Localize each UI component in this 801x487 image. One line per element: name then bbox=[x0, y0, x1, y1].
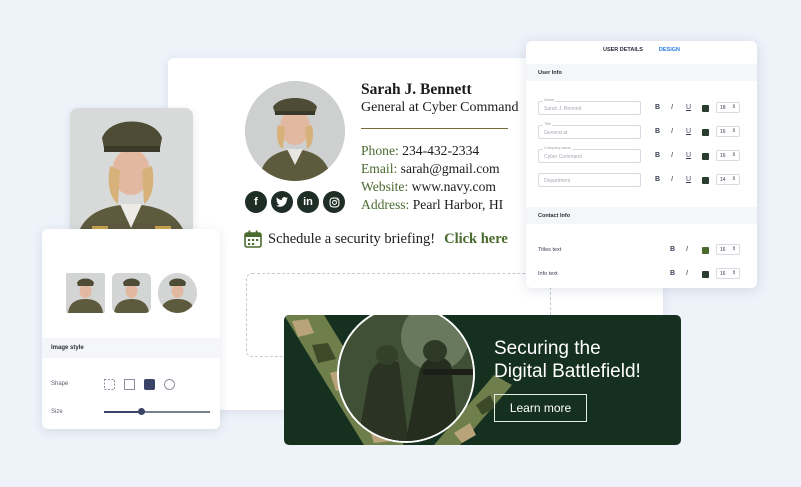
bold-toggle[interactable]: B bbox=[670, 270, 675, 277]
thumb-circle-option[interactable] bbox=[158, 273, 197, 313]
underline-toggle[interactable]: U bbox=[686, 152, 691, 159]
contact-address: Address: Pearl Harbor, HI bbox=[361, 197, 504, 212]
info-text-color-swatch[interactable] bbox=[702, 271, 709, 278]
thumb-rounded-option[interactable] bbox=[112, 273, 151, 313]
contact-info-heading: Contact Info bbox=[538, 213, 571, 219]
image-style-panel: Image style Shape Size bbox=[42, 229, 220, 429]
italic-toggle[interactable]: I bbox=[671, 152, 673, 159]
italic-toggle[interactable]: I bbox=[671, 128, 673, 135]
titles-text-label: Titles text bbox=[538, 247, 562, 253]
instagram-icon[interactable] bbox=[323, 191, 345, 213]
name-color-swatch[interactable] bbox=[702, 105, 709, 112]
italic-toggle[interactable]: I bbox=[686, 246, 688, 253]
company-field[interactable]: Company name Cyber Command bbox=[538, 146, 641, 163]
bold-toggle[interactable]: B bbox=[655, 152, 660, 159]
bold-toggle[interactable]: B bbox=[670, 246, 675, 253]
cta-link[interactable]: Click here bbox=[444, 231, 508, 248]
learn-more-button[interactable]: Learn more bbox=[494, 394, 587, 422]
size-label: Size bbox=[51, 409, 63, 415]
info-text-label: Info text bbox=[538, 271, 558, 277]
contact-website[interactable]: Website: www.navy.com bbox=[361, 178, 503, 196]
contact-phone: Phone: 234-432-2334 bbox=[361, 143, 480, 158]
italic-toggle[interactable]: I bbox=[671, 104, 673, 111]
shape-square-icon[interactable] bbox=[124, 379, 135, 390]
bold-toggle[interactable]: B bbox=[655, 128, 660, 135]
tab-design[interactable]: DESIGN bbox=[659, 47, 680, 53]
signature-settings-panel: USER DETAILS DESIGN User Info Name Sarah … bbox=[526, 41, 757, 288]
department-font-size[interactable]: 14 ⇕ bbox=[716, 174, 740, 185]
signature-profile-photo[interactable] bbox=[245, 81, 345, 181]
italic-toggle[interactable]: I bbox=[686, 270, 688, 277]
calendar-icon bbox=[244, 230, 262, 248]
bold-toggle[interactable]: B bbox=[655, 176, 660, 183]
user-info-heading: User Info bbox=[538, 70, 562, 76]
bold-toggle[interactable]: B bbox=[655, 104, 660, 111]
signature-contact-list: Phone: 234-432-2334 Email: sarah@gmail.c… bbox=[361, 142, 503, 214]
promo-banner[interactable]: Securing the Digital Battlefield! Learn … bbox=[284, 315, 681, 445]
facebook-icon[interactable]: f bbox=[245, 191, 267, 213]
linkedin-icon[interactable]: in bbox=[297, 191, 319, 213]
titles-text-color-swatch[interactable] bbox=[702, 247, 709, 254]
department-color-swatch[interactable] bbox=[702, 177, 709, 184]
shape-rounded-icon[interactable] bbox=[144, 379, 155, 390]
underline-toggle[interactable]: U bbox=[686, 176, 691, 183]
size-slider-handle[interactable] bbox=[137, 408, 145, 415]
signature-divider bbox=[361, 128, 508, 129]
size-slider-fill bbox=[104, 411, 142, 413]
twitter-icon[interactable] bbox=[271, 191, 293, 213]
image-style-heading: Image style bbox=[51, 345, 84, 351]
shape-circle-icon[interactable] bbox=[164, 379, 175, 390]
cta-text: Schedule a security briefing! bbox=[268, 230, 436, 247]
signature-job-title: General at Cyber Command bbox=[361, 100, 519, 115]
settings-tabs: USER DETAILS DESIGN bbox=[526, 47, 757, 53]
underline-toggle[interactable]: U bbox=[686, 128, 691, 135]
name-field[interactable]: Name Sarah J. Bennett bbox=[538, 98, 641, 115]
name-font-size[interactable]: 18 ⇕ bbox=[716, 102, 740, 113]
company-color-swatch[interactable] bbox=[702, 153, 709, 160]
info-text-font-size[interactable]: 16 ⇕ bbox=[716, 268, 740, 279]
shape-label: Shape bbox=[51, 381, 69, 387]
contact-email[interactable]: Email: sarah@gmail.com bbox=[361, 160, 503, 178]
title-font-size[interactable]: 16 ⇕ bbox=[716, 126, 740, 137]
title-field[interactable]: Title General at bbox=[538, 122, 641, 139]
signature-cta: Schedule a security briefing! Click here bbox=[244, 230, 508, 248]
italic-toggle[interactable]: I bbox=[671, 176, 673, 183]
thumb-square-option[interactable] bbox=[66, 273, 105, 313]
underline-toggle[interactable]: U bbox=[686, 104, 691, 111]
signature-name: Sarah J. Bennett bbox=[361, 81, 472, 98]
tab-user-details[interactable]: USER DETAILS bbox=[603, 47, 643, 53]
department-field[interactable]: Department bbox=[538, 173, 641, 187]
titles-text-font-size[interactable]: 16 ⇕ bbox=[716, 244, 740, 255]
social-links: f in bbox=[245, 191, 345, 213]
title-color-swatch[interactable] bbox=[702, 129, 709, 136]
company-font-size[interactable]: 16 ⇕ bbox=[716, 150, 740, 161]
banner-headline: Securing the Digital Battlefield! bbox=[494, 338, 641, 382]
shape-none-icon[interactable] bbox=[104, 379, 115, 390]
